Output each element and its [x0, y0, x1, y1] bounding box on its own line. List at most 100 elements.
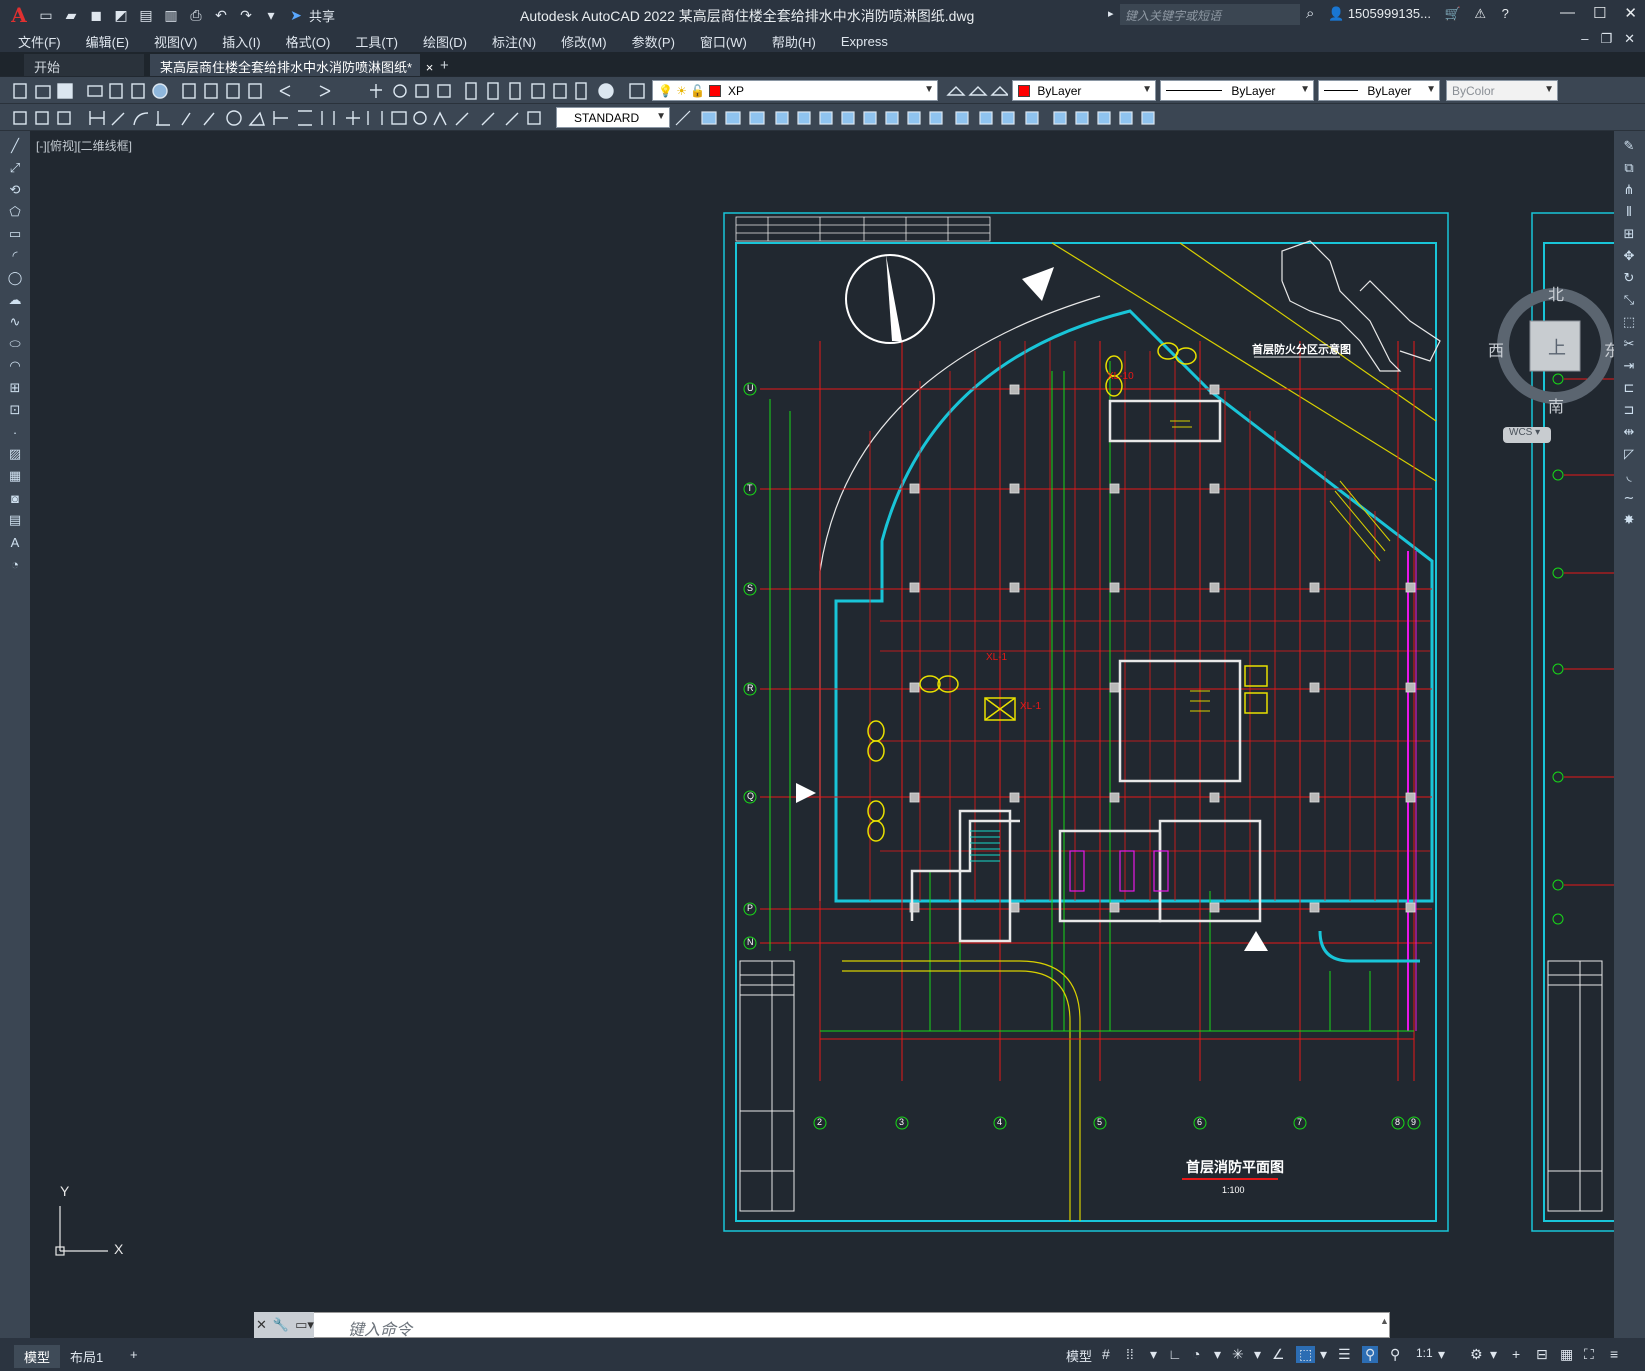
customize-icon[interactable]: 🔧: [273, 1317, 289, 1333]
plotstyle-combo[interactable]: ByColor ▼: [1446, 80, 1558, 101]
chamfer-icon[interactable]: ◸: [1620, 445, 1638, 463]
gradient-icon[interactable]: ▦: [6, 467, 24, 485]
layer-tools-icons[interactable]: [944, 81, 1008, 101]
object-snap-icon[interactable]: ⬚: [1296, 1346, 1316, 1363]
viewcube[interactable]: 北 南 东 西 上: [1488, 281, 1614, 416]
menu-file[interactable]: 文件(F): [18, 32, 61, 51]
object-snap-tracking-icon[interactable]: ∠: [1272, 1346, 1285, 1363]
search-expand-icon[interactable]: ▸: [1108, 7, 1114, 20]
add-layout-button[interactable]: +: [120, 1345, 148, 1364]
extend-icon[interactable]: ⇥: [1620, 357, 1638, 375]
ellipse-arc-icon[interactable]: ◠: [6, 357, 24, 375]
chevron-down-icon[interactable]: ▾: [1490, 1346, 1497, 1363]
open-file-icon[interactable]: ▰: [60, 4, 82, 26]
arc-icon[interactable]: ◜: [6, 247, 24, 265]
copy-icon[interactable]: ⧉: [1620, 159, 1638, 177]
fillet-icon[interactable]: ◟: [1620, 467, 1638, 485]
grid-icon[interactable]: #: [1102, 1346, 1110, 1362]
viewcube-top-face[interactable]: 上: [1548, 334, 1566, 360]
save-as-icon[interactable]: ◩: [110, 4, 132, 26]
compass-south[interactable]: 南: [1548, 393, 1564, 417]
minimize-icon[interactable]: —: [1560, 4, 1575, 22]
scale-icon[interactable]: ⤡: [1620, 291, 1638, 309]
undo-icon[interactable]: ↶: [210, 4, 232, 26]
tab-drawing[interactable]: 某高层商住楼全套给排水中水消防喷淋图纸* ×: [150, 54, 433, 76]
chevron-down-icon[interactable]: ▾: [1214, 1346, 1221, 1363]
customization-icon[interactable]: ≡: [1610, 1346, 1618, 1362]
command-line[interactable]: [254, 1312, 1390, 1338]
circle-icon[interactable]: ◯: [6, 269, 24, 287]
doc-minimize-icon[interactable]: –: [1581, 31, 1588, 47]
polygon-icon[interactable]: ⬠: [6, 203, 24, 221]
rotate-icon[interactable]: ↻: [1620, 269, 1638, 287]
join-icon[interactable]: ⇹: [1620, 423, 1638, 441]
move-icon[interactable]: ✥: [1620, 247, 1638, 265]
menu-view[interactable]: 视图(V): [154, 32, 197, 51]
command-history-icon[interactable]: ▲: [1380, 1316, 1389, 1326]
units-icon[interactable]: ⊟: [1536, 1346, 1548, 1363]
linetype-combo[interactable]: ByLayer ▼: [1160, 80, 1314, 101]
construction-line-icon[interactable]: ⤢: [6, 159, 24, 177]
command-input[interactable]: 键入命令: [348, 1316, 412, 1340]
recent-commands-icon[interactable]: ▭▾: [295, 1317, 314, 1333]
text-style-combo[interactable]: STANDARD ▼: [556, 107, 670, 128]
menu-edit[interactable]: 编辑(E): [86, 32, 129, 51]
stretch-icon[interactable]: ⬚: [1620, 313, 1638, 331]
array-icon[interactable]: ⊞: [1620, 225, 1638, 243]
tab-layout1[interactable]: 布局1: [60, 1345, 113, 1368]
search-icon[interactable]: ⌕: [1306, 5, 1314, 22]
annotation-monitor-icon[interactable]: +: [1512, 1346, 1520, 1362]
menu-insert[interactable]: 插入(I): [222, 32, 260, 51]
menu-parametric[interactable]: 参数(P): [632, 32, 675, 51]
mirror-icon[interactable]: ⋔: [1620, 181, 1638, 199]
compass-east[interactable]: 东: [1604, 337, 1614, 361]
menu-window[interactable]: 窗口(W): [700, 32, 747, 51]
ellipse-icon[interactable]: ⬭: [6, 335, 24, 353]
trim-icon[interactable]: ✂: [1620, 335, 1638, 353]
lineweight-combo[interactable]: ByLayer ▼: [1318, 80, 1440, 101]
share-icon[interactable]: ➤: [285, 4, 307, 26]
add-selected-icon[interactable]: ◔: [6, 555, 24, 573]
clean-screen-icon[interactable]: ⛶: [1584, 1346, 1594, 1363]
customize-qat-icon[interactable]: ▾: [260, 4, 282, 26]
revision-cloud-icon[interactable]: ☁: [6, 291, 24, 309]
tab-start[interactable]: 开始: [24, 54, 144, 76]
snap-icon[interactable]: ⁞⁞: [1126, 1346, 1134, 1362]
modify-toolbar-icons[interactable]: [674, 107, 1164, 129]
compass-north[interactable]: 北: [1548, 281, 1564, 305]
new-file-icon[interactable]: ▭: [35, 4, 57, 26]
user-account[interactable]: 👤 1505999135... 🛒 ⚠ ?: [1328, 6, 1509, 22]
polyline-icon[interactable]: ⟲: [6, 181, 24, 199]
compass-west[interactable]: 西: [1488, 337, 1504, 361]
hatch-icon[interactable]: ▨: [6, 445, 24, 463]
menu-tools[interactable]: 工具(T): [355, 32, 398, 51]
table-icon[interactable]: ▤: [6, 511, 24, 529]
save-icon[interactable]: ◼: [85, 4, 107, 26]
workspace-gear-icon[interactable]: ⚙: [1470, 1346, 1483, 1363]
menu-draw[interactable]: 绘图(D): [423, 32, 467, 51]
app-logo[interactable]: A: [6, 2, 32, 28]
tab-model[interactable]: 模型: [14, 1345, 61, 1368]
chevron-down-icon[interactable]: ▾: [1438, 1346, 1445, 1363]
explode-icon[interactable]: ✸: [1620, 511, 1638, 529]
line-icon[interactable]: ╱: [6, 137, 24, 155]
save-web-icon[interactable]: ▥: [160, 4, 182, 26]
doc-restore-icon[interactable]: ❐: [1600, 31, 1612, 47]
new-tab-button[interactable]: +: [430, 54, 459, 76]
auto-scale-icon[interactable]: ⚲: [1390, 1346, 1400, 1363]
menu-format[interactable]: 格式(O): [286, 32, 331, 51]
wcs-menu[interactable]: WCS ▾: [1503, 427, 1551, 443]
share-label[interactable]: 共享: [309, 6, 335, 25]
erase-icon[interactable]: ✎: [1620, 137, 1638, 155]
dimension-toolbar-icons[interactable]: [8, 107, 578, 129]
break-icon[interactable]: ⊐: [1620, 401, 1638, 419]
spline-icon[interactable]: ∿: [6, 313, 24, 331]
polar-icon[interactable]: ◔: [1192, 1346, 1200, 1362]
break-at-point-icon[interactable]: ⊏: [1620, 379, 1638, 397]
ortho-icon[interactable]: ∟: [1168, 1346, 1182, 1362]
make-block-icon[interactable]: ⊡: [6, 401, 24, 419]
doc-close-icon[interactable]: ✕: [1624, 31, 1635, 47]
autodesk-app-icon[interactable]: ⚠: [1474, 6, 1486, 21]
maximize-icon[interactable]: ☐: [1593, 4, 1606, 22]
multiline-text-icon[interactable]: A: [6, 533, 24, 551]
